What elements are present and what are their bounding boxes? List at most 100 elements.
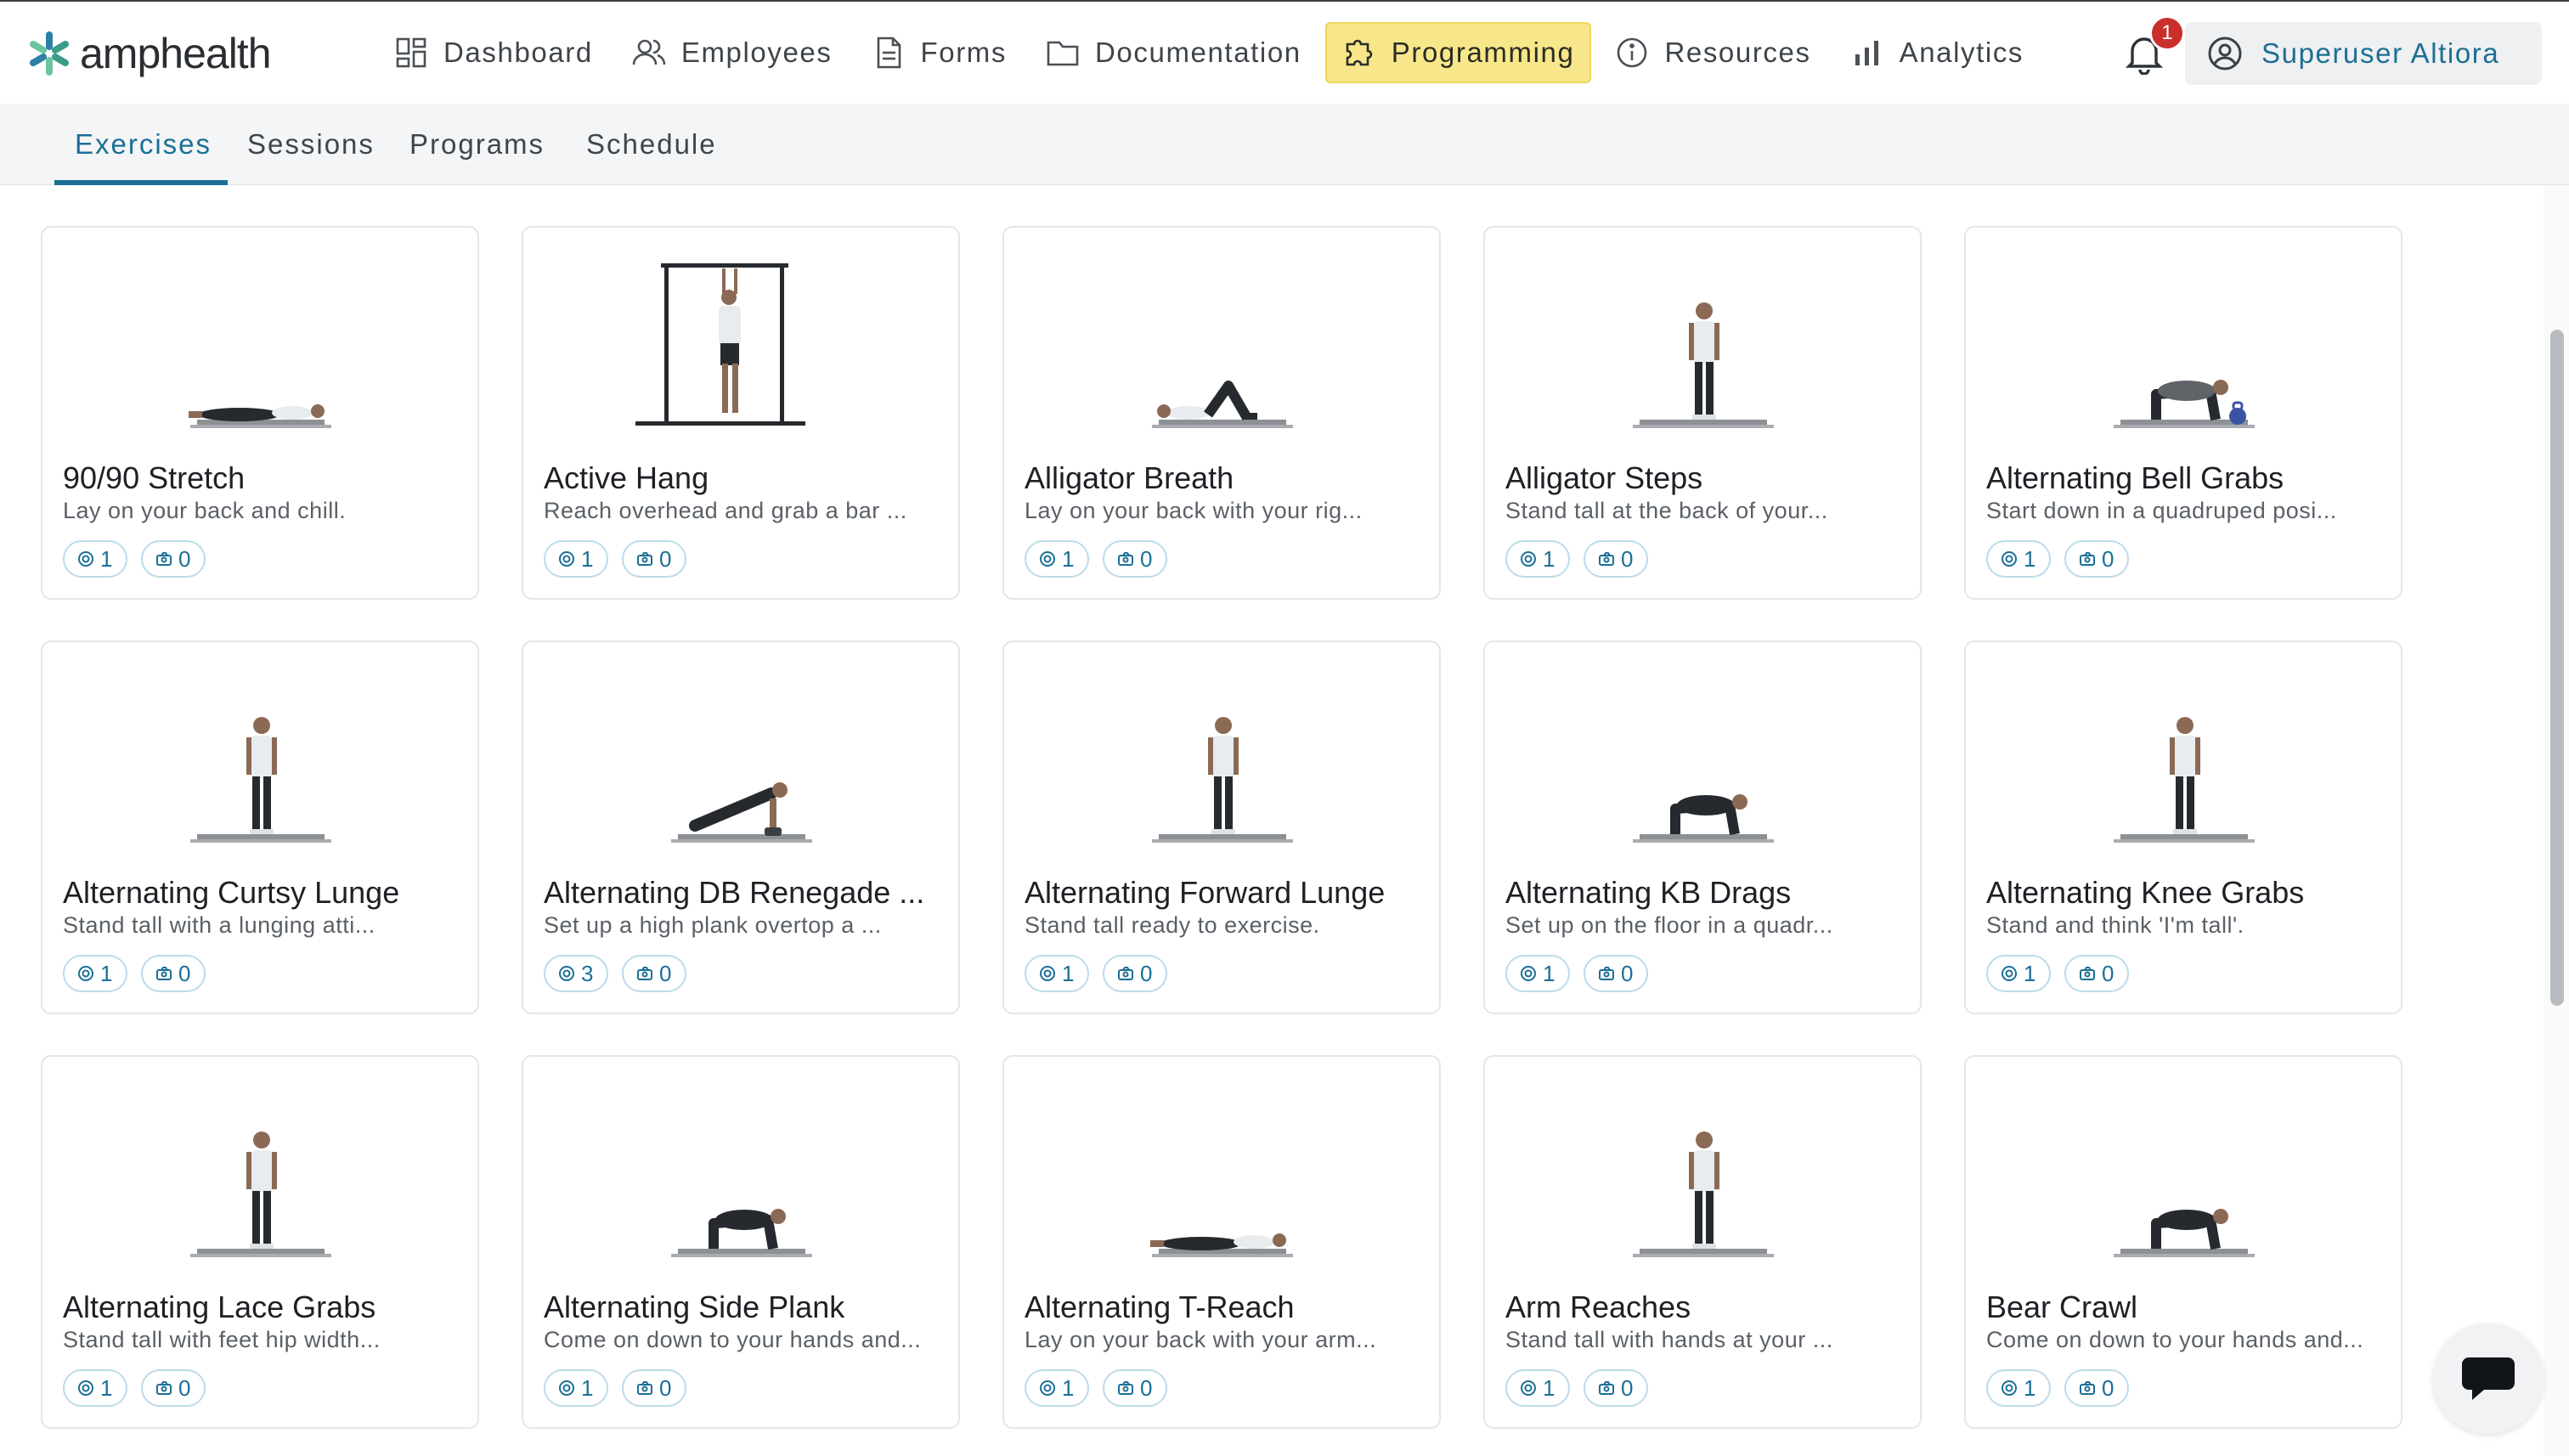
camera-icon (1599, 967, 1614, 980)
nav-item-analytics[interactable]: Analytics (1835, 22, 2039, 83)
target-icon (559, 551, 574, 567)
media-count-chip[interactable]: 0 (1103, 1369, 1167, 1407)
exercise-card[interactable]: Alternating Knee Grabs Stand and think 'I… (1964, 641, 2402, 1014)
exercise-card[interactable]: Alternating KB Drags Set up on the floor … (1483, 641, 1922, 1014)
tab-sessions[interactable]: Sessions (247, 104, 375, 185)
target-count-chip[interactable]: 1 (63, 955, 127, 992)
target-count-chip[interactable]: 1 (544, 1369, 608, 1407)
target-count: 3 (581, 960, 594, 986)
exercise-description: Stand tall ready to exercise. (1025, 912, 1320, 938)
target-count-chip[interactable]: 3 (544, 955, 608, 992)
target-count-chip[interactable]: 1 (63, 540, 127, 578)
target-count-chip[interactable]: 1 (1025, 540, 1089, 578)
media-count: 0 (1140, 545, 1153, 572)
exercise-card[interactable]: 90/90 Stretch Lay on your back and chill.… (41, 226, 479, 600)
exercise-thumbnail-image (671, 1209, 812, 1257)
target-count: 1 (581, 1374, 594, 1401)
exercise-card[interactable]: Active Hang Reach overhead and grab a bar… (522, 226, 960, 600)
exercise-stats: 10 (1025, 540, 1167, 578)
nav-item-forms[interactable]: Forms (856, 22, 1023, 83)
exercise-description: Stand tall at the back of your... (1505, 498, 1828, 523)
tab-programs[interactable]: Programs (409, 104, 545, 185)
target-count-chip[interactable]: 1 (1986, 955, 2051, 992)
target-count-chip[interactable]: 1 (1025, 955, 1089, 992)
media-count-chip[interactable]: 0 (1584, 540, 1648, 578)
exercise-thumbnail-image (635, 263, 805, 426)
media-count-chip[interactable]: 0 (1103, 540, 1167, 578)
exercise-card[interactable]: Bear Crawl Come on down to your hands and… (1964, 1055, 2402, 1429)
target-count-chip[interactable]: 1 (1505, 955, 1570, 992)
media-count: 0 (1621, 1374, 1634, 1401)
nav-item-resources[interactable]: Resources (1600, 22, 1826, 83)
media-count-chip[interactable]: 0 (1584, 1369, 1648, 1407)
exercise-title: Alternating Curtsy Lunge (63, 875, 400, 910)
exercise-title: 90/90 Stretch (63, 460, 246, 495)
folder-icon (1047, 41, 1079, 66)
nav-item-employees[interactable]: Employees (617, 22, 848, 83)
target-count-chip[interactable]: 1 (1986, 1369, 2051, 1407)
nav-item-documentation[interactable]: Documentation (1030, 22, 1317, 83)
exercise-description: Reach overhead and grab a bar ... (544, 498, 907, 523)
exercise-thumbnail-image (1633, 1132, 1774, 1257)
camera-icon (1118, 552, 1133, 566)
media-count-chip[interactable]: 0 (141, 1369, 206, 1407)
camera-icon (637, 552, 652, 566)
exercise-card[interactable]: Alligator Breath Lay on your back with yo… (1002, 226, 1441, 600)
target-icon (1521, 1380, 1536, 1396)
media-count-chip[interactable]: 0 (1584, 955, 1648, 992)
exercise-thumbnail-image (2114, 380, 2255, 428)
exercise-stats: 10 (1025, 955, 1167, 992)
camera-icon (2080, 552, 2095, 566)
scrollbar-thumb[interactable] (2550, 330, 2564, 1006)
target-icon (1040, 966, 1055, 981)
nav-item-label: Resources (1664, 37, 1811, 68)
target-icon (1521, 551, 1536, 567)
chat-button[interactable] (2433, 1323, 2544, 1434)
tab-exercises[interactable]: Exercises (75, 104, 212, 185)
media-count: 0 (2102, 545, 2114, 572)
target-count-chip[interactable]: 1 (1505, 1369, 1570, 1407)
target-count: 1 (2024, 545, 2036, 572)
exercise-card[interactable]: Alternating Bell Grabs Start down in a qu… (1964, 226, 2402, 600)
exercise-card[interactable]: Alligator Steps Stand tall at the back of… (1483, 226, 1922, 600)
exercise-title: Alternating DB Renegade ... (544, 875, 925, 910)
media-count-chip[interactable]: 0 (1103, 955, 1167, 992)
exercise-card[interactable]: Alternating Lace Grabs Stand tall with fe… (41, 1055, 479, 1429)
target-count-chip[interactable]: 1 (1986, 540, 2051, 578)
exercise-card[interactable]: Alternating Side Plank Come on down to yo… (522, 1055, 960, 1429)
target-count: 1 (1543, 545, 1556, 572)
camera-icon (1599, 1381, 1614, 1395)
media-count-chip[interactable]: 0 (2064, 540, 2129, 578)
target-count-chip[interactable]: 1 (63, 1369, 127, 1407)
exercise-description: Come on down to your hands and... (1986, 1327, 2364, 1352)
exercise-title: Bear Crawl (1986, 1290, 2138, 1324)
exercise-card[interactable]: Alternating Curtsy Lunge Stand tall with … (41, 641, 479, 1014)
target-count-chip[interactable]: 1 (1505, 540, 1570, 578)
user-circle-icon (2208, 37, 2242, 71)
amphealth-logo[interactable]: amphealth (25, 25, 271, 82)
media-count-chip[interactable]: 0 (622, 540, 686, 578)
media-count-chip[interactable]: 0 (622, 955, 686, 992)
nav-item-programming[interactable]: Programming (1324, 22, 1592, 83)
media-count: 0 (659, 960, 672, 986)
exercise-card[interactable]: Arm Reaches Stand tall with hands at your… (1483, 1055, 1922, 1429)
media-count-chip[interactable]: 0 (141, 955, 206, 992)
nav-item-label: Employees (680, 37, 833, 68)
exercise-title: Active Hang (544, 460, 709, 495)
target-count-chip[interactable]: 1 (544, 540, 608, 578)
media-count: 0 (659, 1374, 672, 1401)
media-count-chip[interactable]: 0 (2064, 1369, 2129, 1407)
brand-name: amphealth (80, 30, 271, 77)
asterisk-logo-icon (29, 31, 70, 76)
dashboard-icon (396, 37, 426, 68)
exercise-card[interactable]: Alternating Forward Lunge Stand tall read… (1002, 641, 1441, 1014)
media-count-chip[interactable]: 0 (141, 540, 206, 578)
exercise-card[interactable]: Alternating DB Renegade ... Set up a high… (522, 641, 960, 1014)
target-count-chip[interactable]: 1 (1025, 1369, 1089, 1407)
media-count-chip[interactable]: 0 (2064, 955, 2129, 992)
tab-schedule[interactable]: Schedule (586, 104, 717, 185)
media-count-chip[interactable]: 0 (622, 1369, 686, 1407)
exercise-card[interactable]: Alternating T-Reach Lay on your back with… (1002, 1055, 1441, 1429)
user-menu-button[interactable]: Superuser Altiora (2185, 22, 2542, 85)
nav-item-dashboard[interactable]: Dashboard (379, 22, 608, 83)
